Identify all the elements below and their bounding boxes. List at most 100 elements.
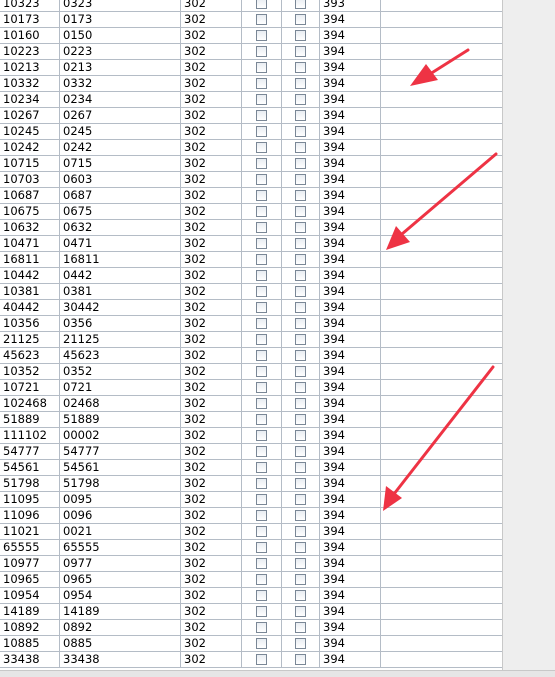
checkbox-icon[interactable] xyxy=(295,238,306,249)
table-row[interactable]: 10471 0471 302 394 xyxy=(0,236,502,252)
table-row[interactable]: 10352 0352 302 394 xyxy=(0,364,502,380)
table-row[interactable]: 111102 00002 302 394 xyxy=(0,428,502,444)
table-row[interactable]: 10267 0267 302 394 xyxy=(0,108,502,124)
table-row[interactable]: 10356 0356 302 394 xyxy=(0,316,502,332)
checkbox-icon[interactable] xyxy=(295,78,306,89)
table-row[interactable]: 10160 0150 302 394 xyxy=(0,28,502,44)
checkbox-icon[interactable] xyxy=(295,526,306,537)
table-row[interactable]: 10442 0442 302 394 xyxy=(0,268,502,284)
table-row[interactable]: 10954 0954 302 394 xyxy=(0,588,502,604)
table-row[interactable]: 51889 51889 302 394 xyxy=(0,412,502,428)
table-row[interactable]: 65555 65555 302 394 xyxy=(0,540,502,556)
table-row[interactable]: 10323 0323 302 393 xyxy=(0,0,502,12)
checkbox-icon[interactable] xyxy=(295,558,306,569)
table-row[interactable]: 10977 0977 302 394 xyxy=(0,556,502,572)
checkbox-icon[interactable] xyxy=(256,110,267,121)
table-row[interactable]: 10173 0173 302 394 xyxy=(0,12,502,28)
checkbox-icon[interactable] xyxy=(295,366,306,377)
checkbox-icon[interactable] xyxy=(295,574,306,585)
checkbox-icon[interactable] xyxy=(295,446,306,457)
table-row[interactable]: 10965 0965 302 394 xyxy=(0,572,502,588)
checkbox-icon[interactable] xyxy=(256,542,267,553)
checkbox-icon[interactable] xyxy=(256,382,267,393)
checkbox-icon[interactable] xyxy=(256,302,267,313)
checkbox-icon[interactable] xyxy=(256,270,267,281)
table-row[interactable]: 40442 30442 302 394 xyxy=(0,300,502,316)
checkbox-icon[interactable] xyxy=(295,302,306,313)
checkbox-icon[interactable] xyxy=(256,206,267,217)
table-row[interactable]: 54561 54561 302 394 xyxy=(0,460,502,476)
checkbox-icon[interactable] xyxy=(256,14,267,25)
checkbox-icon[interactable] xyxy=(295,0,306,9)
checkbox-icon[interactable] xyxy=(295,462,306,473)
table-row[interactable]: 10687 0687 302 394 xyxy=(0,188,502,204)
checkbox-icon[interactable] xyxy=(295,398,306,409)
horizontal-scrollbar[interactable] xyxy=(0,670,555,677)
table-row[interactable]: 10332 0332 302 394 xyxy=(0,76,502,92)
checkbox-icon[interactable] xyxy=(295,62,306,73)
checkbox-icon[interactable] xyxy=(256,574,267,585)
checkbox-icon[interactable] xyxy=(295,174,306,185)
table-row[interactable]: 10721 0721 302 394 xyxy=(0,380,502,396)
table-row[interactable]: 16811 16811 302 394 xyxy=(0,252,502,268)
checkbox-icon[interactable] xyxy=(256,62,267,73)
checkbox-icon[interactable] xyxy=(295,590,306,601)
table-row[interactable]: 10245 0245 302 394 xyxy=(0,124,502,140)
checkbox-icon[interactable] xyxy=(295,254,306,265)
checkbox-icon[interactable] xyxy=(256,606,267,617)
checkbox-icon[interactable] xyxy=(295,510,306,521)
checkbox-icon[interactable] xyxy=(256,430,267,441)
checkbox-icon[interactable] xyxy=(295,542,306,553)
checkbox-icon[interactable] xyxy=(256,510,267,521)
checkbox-icon[interactable] xyxy=(256,286,267,297)
checkbox-icon[interactable] xyxy=(256,30,267,41)
table-row[interactable]: 10242 0242 302 394 xyxy=(0,140,502,156)
checkbox-icon[interactable] xyxy=(295,350,306,361)
checkbox-icon[interactable] xyxy=(295,494,306,505)
checkbox-icon[interactable] xyxy=(295,222,306,233)
checkbox-icon[interactable] xyxy=(256,398,267,409)
checkbox-icon[interactable] xyxy=(256,158,267,169)
checkbox-icon[interactable] xyxy=(295,382,306,393)
table-row[interactable]: 10703 0603 302 394 xyxy=(0,172,502,188)
table-row[interactable]: 51798 51798 302 394 xyxy=(0,476,502,492)
checkbox-icon[interactable] xyxy=(256,78,267,89)
checkbox-icon[interactable] xyxy=(256,414,267,425)
table-row[interactable]: 11021 0021 302 394 xyxy=(0,524,502,540)
checkbox-icon[interactable] xyxy=(256,222,267,233)
table-row[interactable]: 10223 0223 302 394 xyxy=(0,44,502,60)
checkbox-icon[interactable] xyxy=(256,334,267,345)
checkbox-icon[interactable] xyxy=(256,46,267,57)
table-row[interactable]: 10885 0885 302 394 xyxy=(0,636,502,652)
checkbox-icon[interactable] xyxy=(256,238,267,249)
table-row[interactable]: 14189 14189 302 394 xyxy=(0,604,502,620)
table-row[interactable]: 54777 54777 302 394 xyxy=(0,444,502,460)
table-row[interactable]: 10234 0234 302 394 xyxy=(0,92,502,108)
table-row[interactable]: 102468 02468 302 394 xyxy=(0,396,502,412)
checkbox-icon[interactable] xyxy=(256,350,267,361)
table-row[interactable]: 10715 0715 302 394 xyxy=(0,156,502,172)
checkbox-icon[interactable] xyxy=(295,270,306,281)
checkbox-icon[interactable] xyxy=(256,558,267,569)
checkbox-icon[interactable] xyxy=(256,318,267,329)
table-row[interactable]: 33438 33438 302 394 xyxy=(0,652,502,668)
vertical-scrollbar[interactable] xyxy=(502,0,555,670)
checkbox-icon[interactable] xyxy=(295,606,306,617)
checkbox-icon[interactable] xyxy=(256,590,267,601)
checkbox-icon[interactable] xyxy=(256,0,267,9)
checkbox-icon[interactable] xyxy=(295,110,306,121)
checkbox-icon[interactable] xyxy=(256,174,267,185)
checkbox-icon[interactable] xyxy=(295,190,306,201)
table-row[interactable]: 10213 0213 302 394 xyxy=(0,60,502,76)
table-row[interactable]: 11095 0095 302 394 xyxy=(0,492,502,508)
checkbox-icon[interactable] xyxy=(295,94,306,105)
checkbox-icon[interactable] xyxy=(295,622,306,633)
checkbox-icon[interactable] xyxy=(256,638,267,649)
checkbox-icon[interactable] xyxy=(295,286,306,297)
table-row[interactable]: 10892 0892 302 394 xyxy=(0,620,502,636)
checkbox-icon[interactable] xyxy=(256,190,267,201)
table-row[interactable]: 11096 0096 302 394 xyxy=(0,508,502,524)
checkbox-icon[interactable] xyxy=(256,142,267,153)
checkbox-icon[interactable] xyxy=(295,206,306,217)
table-row[interactable]: 10675 0675 302 394 xyxy=(0,204,502,220)
